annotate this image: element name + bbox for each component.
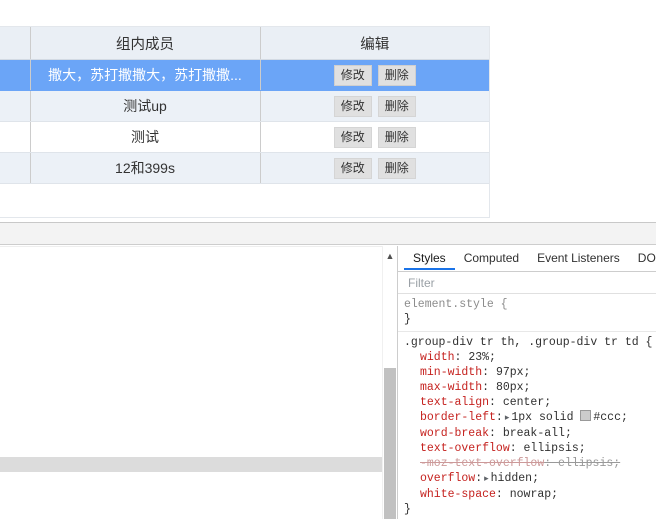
css-property-name[interactable]: min-width [420,366,482,379]
tab-computed[interactable]: Computed [455,246,528,270]
css-selector[interactable]: element.style { [404,297,656,312]
row-index-cell [0,59,30,91]
styles-filter-input[interactable] [406,272,640,294]
css-colon: : [495,411,503,424]
css-property-name[interactable]: max-width [420,381,482,394]
css-property-name[interactable]: -moz-text-overflow [420,457,544,470]
column-header-members: 组内成员 [29,26,260,60]
css-property-value-prefix: 1px solid [511,411,581,424]
row-members-cell: 测试 [29,121,260,153]
css-colon: : [509,442,524,455]
tab-dom[interactable]: DOM [629,246,656,270]
tab-event-listeners[interactable]: Event Listeners [528,246,629,270]
css-colon: : [495,488,510,501]
css-colon: : [482,366,496,379]
css-rule-close-brace: } [404,313,411,326]
tab-styles[interactable]: Styles [404,246,455,270]
column-header-edit: 编辑 [259,26,489,60]
css-property-name[interactable]: overflow [420,472,475,485]
modify-button[interactable]: 修改 [333,95,372,117]
row-edit-cell: 修改 删除 [259,152,489,184]
css-property-value[interactable]: 97px; [496,366,531,379]
table-row[interactable]: 测试 修改 删除 [0,121,489,153]
delete-button[interactable]: 删除 [377,126,416,148]
delete-button[interactable]: 删除 [377,64,416,86]
styles-sidebar-tabs: StylesComputedEvent ListenersDOM [398,246,656,272]
css-property-name[interactable]: width [420,351,455,364]
css-property-value[interactable]: nowrap; [510,488,558,501]
css-property-name[interactable]: text-align [420,396,489,409]
devtools-panel: ▲ StylesComputedEvent ListenersDOM eleme… [0,222,656,519]
table-row[interactable]: 测试up 修改 删除 [0,90,489,122]
dom-tree-pane[interactable] [0,246,382,519]
dom-tree-selected-row[interactable] [0,457,382,472]
css-declaration-text-align[interactable]: text-align: center; [404,395,656,410]
css-declaration-moz-text-overflow-invalid[interactable]: -moz-text-overflow: ellipsis; [404,456,656,471]
delete-button[interactable]: 删除 [377,95,416,117]
table-body: 撒大，苏打撒撒大，苏打撒撒... 修改 删除 测试up 修改 删除 测试 修改 … [0,59,489,184]
css-colon: : [544,457,559,470]
web-page-content: 组内成员 编辑 撒大，苏打撒撒大，苏打撒撒... 修改 删除 测试up 修改 删除 [0,0,656,222]
css-property-value[interactable]: 23%; [468,351,496,364]
table-row[interactable]: 12和399s 修改 删除 [0,152,489,184]
css-property-name[interactable]: word-break [420,427,489,440]
styles-sidebar: StylesComputedEvent ListenersDOM element… [397,246,656,519]
row-index-cell [0,90,30,122]
css-colon: : [482,381,496,394]
css-declaration-word-break[interactable]: word-break: break-all; [404,426,656,441]
css-declaration-max-width[interactable]: max-width: 80px; [404,380,656,395]
css-property-value-color[interactable]: #ccc; [593,411,628,424]
row-edit-cell: 修改 删除 [259,59,489,91]
css-declaration-white-space[interactable]: white-space: nowrap; [404,487,656,502]
table-header-row: 组内成员 编辑 [0,26,489,60]
css-declaration-text-overflow[interactable]: text-overflow: ellipsis; [404,441,656,456]
modify-button[interactable]: 修改 [333,126,372,148]
dom-tree-scrollbar[interactable]: ▲ [382,246,396,519]
color-swatch-icon[interactable] [580,410,592,421]
modify-button[interactable]: 修改 [333,64,372,86]
row-members-cell: 撒大，苏打撒撒大，苏打撒撒... [29,59,260,91]
css-colon: : [489,396,503,409]
column-header-index [0,26,30,60]
css-property-name[interactable]: white-space [420,488,496,501]
css-rule-close-brace: } [404,503,411,516]
css-property-name[interactable]: text-overflow [420,442,510,455]
devtools-toolbar[interactable] [0,223,656,245]
css-property-value[interactable]: ellipsis; [524,442,586,455]
scrollbar-thumb[interactable] [384,368,396,519]
css-property-value[interactable]: 80px; [496,381,531,394]
row-edit-cell: 修改 删除 [259,121,489,153]
row-members-cell: 12和399s [29,152,260,184]
css-colon: : [489,427,503,440]
row-index-cell [0,152,30,184]
css-property-name[interactable]: border-left [420,411,496,424]
modify-button[interactable]: 修改 [333,157,372,179]
table-row[interactable]: 撒大，苏打撒撒大，苏打撒撒... 修改 删除 [0,59,489,91]
expand-triangle-icon[interactable]: ▸ [482,474,491,484]
row-edit-cell: 修改 删除 [259,90,489,122]
css-rule-element-style[interactable]: element.style { } [398,294,656,332]
css-declaration-min-width[interactable]: min-width: 97px; [404,365,656,380]
css-property-value[interactable]: ellipsis; [558,457,620,470]
css-declaration-border-left[interactable]: border-left: ▸ 1px solid #ccc; [404,410,656,426]
row-members-cell: 测试up [29,90,260,122]
group-members-table: 组内成员 编辑 撒大，苏打撒撒大，苏打撒撒... 修改 删除 测试up 修改 删除 [0,26,489,184]
css-property-value[interactable]: break-all; [503,427,572,440]
css-property-value[interactable]: center; [503,396,551,409]
styles-filter-row[interactable] [398,272,656,294]
row-index-cell [0,121,30,153]
scroll-up-arrow-icon[interactable]: ▲ [383,250,397,262]
delete-button[interactable]: 删除 [377,157,416,179]
css-colon: : [454,351,469,364]
group-div-table-container: 组内成员 编辑 撒大，苏打撒撒大，苏打撒撒... 修改 删除 测试up 修改 删除 [0,26,490,218]
css-rule-group-div[interactable]: .group-div tr th, .group-div tr td { wid… [398,332,656,519]
css-declaration-width[interactable]: width: 23%; [404,350,656,365]
css-selector[interactable]: .group-div tr th, .group-div tr td { [404,335,656,350]
css-declaration-overflow[interactable]: overflow: ▸ hidden; [404,471,656,487]
css-property-value[interactable]: hidden; [491,472,539,485]
